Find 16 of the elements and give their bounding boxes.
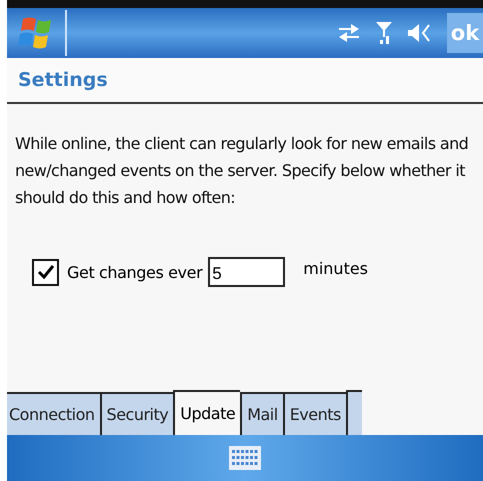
connectivity-icon[interactable]	[337, 23, 361, 43]
tab[interactable]: Connection	[7, 392, 100, 435]
unit-label: minutes	[303, 258, 368, 278]
keyboard-icon[interactable]	[229, 446, 261, 470]
tab[interactable]: Security	[100, 392, 174, 435]
tab[interactable]: Update	[173, 390, 240, 435]
page-title: Settings	[18, 69, 108, 91]
checkbox-label: Get changes ever	[67, 262, 202, 282]
signal-icon[interactable]	[375, 21, 393, 45]
tab[interactable]: Events	[282, 392, 346, 435]
checkmark-icon	[36, 262, 56, 282]
checkbox[interactable]	[32, 258, 59, 286]
tab[interactable]: Mail	[240, 392, 283, 435]
description-text: While online, the client can regularly look for new emails and new/changed events on the server. Specify below whether it should do this and how often:	[15, 133, 470, 209]
interval-field[interactable]: 5	[208, 257, 286, 287]
partial-tab[interactable]	[346, 390, 362, 435]
